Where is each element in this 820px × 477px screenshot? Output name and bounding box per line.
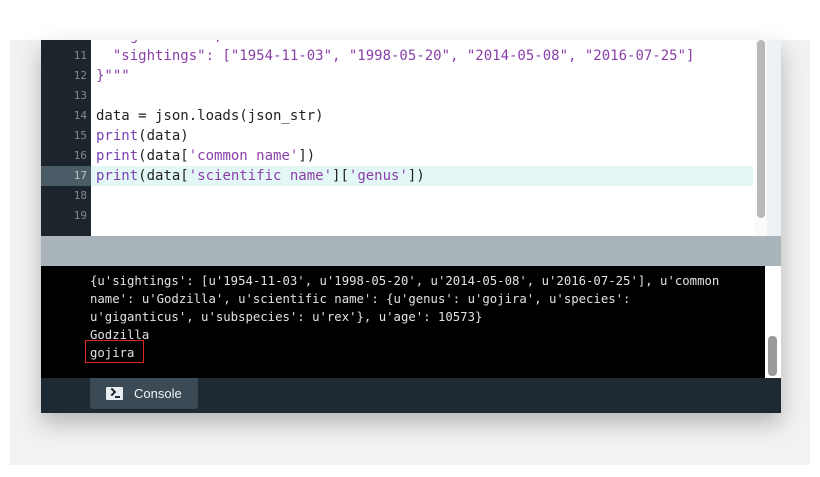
line-number: 12 — [73, 69, 87, 82]
code-string: 'scientific name' — [188, 168, 333, 184]
code-line[interactable]: 13 — [41, 86, 753, 106]
ide-window: 10 "age": 10573,11 "sightings": ["1954-1… — [41, 40, 781, 413]
code-line[interactable]: 12 }""" — [41, 66, 753, 86]
tab-console[interactable]: Console — [90, 378, 198, 409]
console-line: u'giganticus', u'subspecies': u'rex'}, u… — [90, 310, 483, 324]
panel-splitter[interactable] — [41, 236, 781, 266]
code-string: 'common name' — [188, 148, 299, 164]
line-number: 18 — [73, 189, 87, 202]
code-token: (data) — [138, 128, 189, 144]
line-number: 14 — [73, 109, 87, 122]
console-scrollbar[interactable] — [765, 266, 781, 378]
line-number: 15 — [73, 129, 87, 142]
code-line[interactable]: 17 print(data['scientific name']['genus']… — [41, 166, 753, 186]
code-text: print(data['scientific name']['genus']) — [96, 166, 425, 186]
line-number: 16 — [73, 149, 87, 162]
editor-scrollbar-thumb[interactable] — [757, 40, 765, 218]
editor-side-strip — [767, 40, 781, 236]
tab-console-label: Console — [134, 386, 182, 401]
bottom-tab-bar: Console — [41, 378, 781, 413]
code-token: data = json.loads(json_str) — [96, 108, 324, 124]
code-keyword: print — [96, 168, 139, 184]
code-token: ]) — [407, 168, 425, 184]
editor-scrollbar[interactable] — [755, 40, 767, 236]
line-number: 11 — [73, 49, 87, 62]
code-text: print(data['common name']) — [96, 146, 315, 166]
code-line[interactable]: 19 — [41, 206, 753, 226]
result-highlight-box — [85, 340, 144, 363]
code-token: (data[ — [138, 148, 189, 164]
line-number: 19 — [73, 209, 87, 222]
line-number: 17 — [41, 166, 91, 186]
code-editor[interactable]: 10 "age": 10573,11 "sightings": ["1954-1… — [41, 40, 781, 236]
console-line: name': u'Godzilla', u'scientific name': … — [90, 292, 631, 306]
code-text: }""" — [96, 66, 130, 86]
terminal-icon — [106, 387, 123, 400]
code-token: ][ — [332, 168, 349, 184]
code-text: "sightings": ["1954-11-03", "1998-05-20"… — [96, 46, 695, 66]
code-line[interactable]: 14 data = json.loads(json_str) — [41, 106, 753, 126]
code-text: print(data) — [96, 126, 189, 146]
console-line: {u'sightings': [u'1954-11-03', u'1998-05… — [90, 274, 720, 288]
code-text: data = json.loads(json_str) — [96, 106, 324, 126]
code-keyword: print — [96, 128, 139, 144]
code-token: ]) — [298, 148, 316, 164]
code-line[interactable]: 16 print(data['common name']) — [41, 146, 753, 166]
console-scrollbar-thumb[interactable] — [768, 336, 777, 376]
code-line[interactable]: 18 — [41, 186, 753, 206]
code-string: "age": 10573, — [96, 40, 223, 44]
code-string: }""" — [96, 68, 130, 84]
code-string: "sightings": ["1954-11-03", "1998-05-20"… — [96, 48, 695, 64]
line-number: 13 — [73, 89, 87, 102]
code-string: 'genus' — [348, 168, 408, 184]
code-token: (data[ — [138, 168, 189, 184]
code-line[interactable]: 11 "sightings": ["1954-11-03", "1998-05-… — [41, 46, 753, 66]
code-keyword: print — [96, 148, 139, 164]
console-output[interactable]: {u'sightings': [u'1954-11-03', u'1998-05… — [41, 266, 781, 378]
code-line[interactable]: 15 print(data) — [41, 126, 753, 146]
